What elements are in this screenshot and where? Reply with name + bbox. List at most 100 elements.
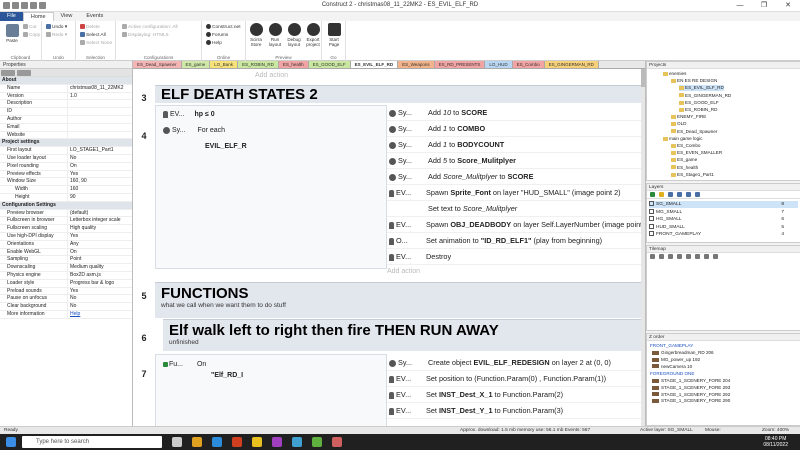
property-row[interactable]: Clear background No bbox=[0, 303, 132, 311]
export-project-button[interactable]: Export project bbox=[303, 23, 323, 47]
construct-net-button[interactable]: Construct.net bbox=[206, 24, 241, 30]
tab-es-gingerman-rd[interactable]: ES_GINGERMAN_RD bbox=[544, 61, 599, 68]
undo-button[interactable]: Undo ▾ bbox=[46, 24, 67, 30]
select-all-button[interactable]: Select All bbox=[80, 32, 106, 38]
layer-row[interactable]: HG_SMALL 6 bbox=[649, 216, 798, 223]
property-row[interactable]: Sampling Point bbox=[0, 256, 132, 265]
action-row[interactable]: EV... Set position to (Function.Param(0) … bbox=[387, 371, 641, 387]
lock-icon[interactable] bbox=[659, 192, 664, 197]
layer-row[interactable]: HUD_SMALL 5 bbox=[649, 223, 798, 231]
delete-layer-icon[interactable] bbox=[677, 192, 682, 197]
add-layer-icon[interactable] bbox=[650, 192, 655, 197]
property-row[interactable]: Fullscreen scaling High quality bbox=[0, 225, 132, 233]
task-view-icon[interactable] bbox=[172, 437, 182, 447]
property-row[interactable]: Loader style Progress bar & logo bbox=[0, 279, 132, 288]
property-row[interactable]: Height 90 bbox=[0, 193, 132, 202]
action-row[interactable]: O... Set animation to "ID_RD_ELF1" (play … bbox=[387, 233, 641, 249]
cut-button[interactable]: Cut bbox=[23, 24, 36, 30]
property-row[interactable]: Downscaling Medium quality bbox=[0, 264, 132, 272]
run-layout-button[interactable]: Run layout bbox=[265, 23, 285, 47]
project-tree-item[interactable]: ES_GINGERMAN_RD bbox=[679, 93, 731, 99]
property-row[interactable]: Width 160 bbox=[0, 186, 132, 194]
project-tree-item[interactable]: ES_health bbox=[671, 165, 698, 171]
chrome-icon[interactable] bbox=[252, 437, 262, 447]
project-tree-item[interactable]: ES_GOOD_ELF bbox=[679, 100, 719, 106]
debug-layout-button[interactable]: Debug layout bbox=[284, 23, 304, 47]
app-icon[interactable] bbox=[272, 437, 282, 447]
property-value[interactable]: Help bbox=[67, 310, 132, 318]
property-row[interactable]: Name christmas08_11_22MK2 bbox=[0, 84, 132, 93]
redo-button[interactable]: Redo ▾ bbox=[46, 32, 67, 38]
tab-es-robin-rd[interactable]: ES_ROBIN_RD bbox=[238, 61, 279, 68]
property-row[interactable]: Pause on unfocus No bbox=[0, 295, 132, 304]
zorder-item[interactable]: STAGE_1_SCENERY_FORE 290 bbox=[652, 398, 730, 404]
menu-view[interactable]: View bbox=[54, 12, 80, 21]
move-down-icon[interactable] bbox=[695, 192, 700, 197]
property-row[interactable]: Pixel rounding On bbox=[0, 162, 132, 171]
tab-es-rd-presents[interactable]: ES_RD_PRESENTS bbox=[434, 61, 486, 68]
zorder-item[interactable]: STAGE_1_SCENERY_FORE 293 bbox=[652, 385, 730, 391]
layer-row[interactable]: MG_SMALL 7 bbox=[649, 208, 798, 216]
action-row[interactable]: Sy... Create object EVIL_ELF_REDESIGN on … bbox=[387, 355, 641, 371]
tab-es-combo[interactable]: ES_Combo bbox=[512, 61, 545, 68]
layer-visibility-checkbox[interactable] bbox=[649, 201, 654, 207]
event-group-elf-death[interactable]: ELF DEATH STATES 2 bbox=[155, 85, 641, 103]
action-row[interactable]: EV... Spawn OBJ_DEADBODY on layer Self.La… bbox=[387, 217, 641, 233]
zorder-item[interactable]: Gingerbreadman_RD 206 bbox=[652, 350, 714, 356]
zorder-item[interactable]: STAGE_1_SCENERY_FORE 292 bbox=[652, 392, 730, 398]
tab-lo-bank[interactable]: LO_Bank bbox=[210, 61, 239, 68]
zorder-item[interactable]: MG_power_up 192 bbox=[652, 357, 700, 363]
action-row[interactable]: EV... Destroy bbox=[387, 249, 641, 265]
file-explorer-icon[interactable] bbox=[192, 437, 202, 447]
property-category[interactable]: Configuration Settings bbox=[0, 201, 132, 210]
flip-icon[interactable] bbox=[686, 254, 691, 259]
property-row[interactable]: Version 1.0 bbox=[0, 92, 132, 101]
property-row[interactable]: Author bbox=[0, 115, 132, 124]
construct-taskbar-icon[interactable] bbox=[312, 437, 322, 447]
start-page-button[interactable]: Start Page bbox=[324, 23, 344, 47]
property-category[interactable]: Project settings bbox=[0, 139, 132, 148]
layer-visibility-checkbox[interactable] bbox=[649, 216, 654, 222]
property-row[interactable]: Use high-DPI display Yes bbox=[0, 232, 132, 241]
condition-hp[interactable]: EV... hp ≤ 0 bbox=[161, 110, 215, 119]
project-tree-item[interactable]: ES_EVEN_SMALLER bbox=[671, 150, 722, 156]
tab-es-weapons[interactable]: ES_Weapons bbox=[398, 61, 435, 68]
tab-es-good-elf[interactable]: ES_GOOD_ELF bbox=[308, 61, 351, 68]
property-row[interactable]: Fullscreen in browser Letterbox integer s… bbox=[0, 217, 132, 226]
condition-for-each[interactable]: Sy... For each bbox=[161, 126, 225, 135]
app-icon[interactable] bbox=[332, 437, 342, 447]
property-row[interactable]: Email bbox=[0, 123, 132, 132]
project-tree-item[interactable]: ES_Combo bbox=[671, 143, 701, 149]
project-tree-item[interactable]: ES_ROBIN_RD bbox=[679, 107, 717, 113]
property-row[interactable]: Use loader layout No bbox=[0, 154, 132, 163]
project-tree-item[interactable]: OLD bbox=[671, 121, 686, 127]
zorder-item[interactable]: newCamera 10 bbox=[652, 364, 692, 370]
action-row[interactable]: Sy... Add 10 to SCORE bbox=[387, 105, 641, 121]
reset-icon[interactable] bbox=[713, 254, 718, 259]
app-icon[interactable] bbox=[292, 437, 302, 447]
help-button[interactable]: Help bbox=[206, 40, 222, 46]
project-tree-item[interactable]: ENEMY_FIRE bbox=[671, 114, 706, 120]
property-row[interactable]: More information Help bbox=[0, 310, 132, 319]
forums-button[interactable]: Forums bbox=[206, 32, 228, 38]
property-row[interactable]: Physics engine Box2D asm.js bbox=[0, 271, 132, 280]
select-none-button[interactable]: Select None bbox=[80, 40, 112, 46]
property-row[interactable]: Preload sounds Yes bbox=[0, 287, 132, 296]
action-row[interactable]: EV... Set INST_Dest_Y_1 to Function.Param… bbox=[387, 403, 641, 419]
scirra-store-button[interactable]: Scirra Store bbox=[246, 23, 266, 47]
maximize-button[interactable]: ❐ bbox=[752, 0, 776, 11]
active-configuration-dropdown[interactable]: Active configuration: All bbox=[122, 24, 178, 30]
edge-icon[interactable] bbox=[212, 437, 222, 447]
project-tree-item[interactable]: EN ES RE DESIGN bbox=[671, 78, 717, 84]
property-row[interactable]: ID bbox=[0, 108, 132, 116]
menu-home[interactable]: Home bbox=[22, 12, 54, 21]
close-button[interactable]: ✕ bbox=[776, 0, 800, 11]
pencil-icon[interactable] bbox=[650, 254, 655, 259]
displaying-dropdown[interactable]: Displaying: HTML5 bbox=[122, 32, 169, 38]
windows-start-icon[interactable] bbox=[6, 437, 16, 447]
project-tree-item[interactable]: ES_game bbox=[671, 157, 697, 163]
tab-es-game[interactable]: ES_game bbox=[181, 61, 211, 68]
property-row[interactable]: First layout LO_STAGE1_Part1 bbox=[0, 147, 132, 155]
action-row[interactable]: Sy... Add 1 to BODYCOUNT bbox=[387, 137, 641, 153]
paste-button[interactable]: Paste bbox=[2, 24, 22, 43]
